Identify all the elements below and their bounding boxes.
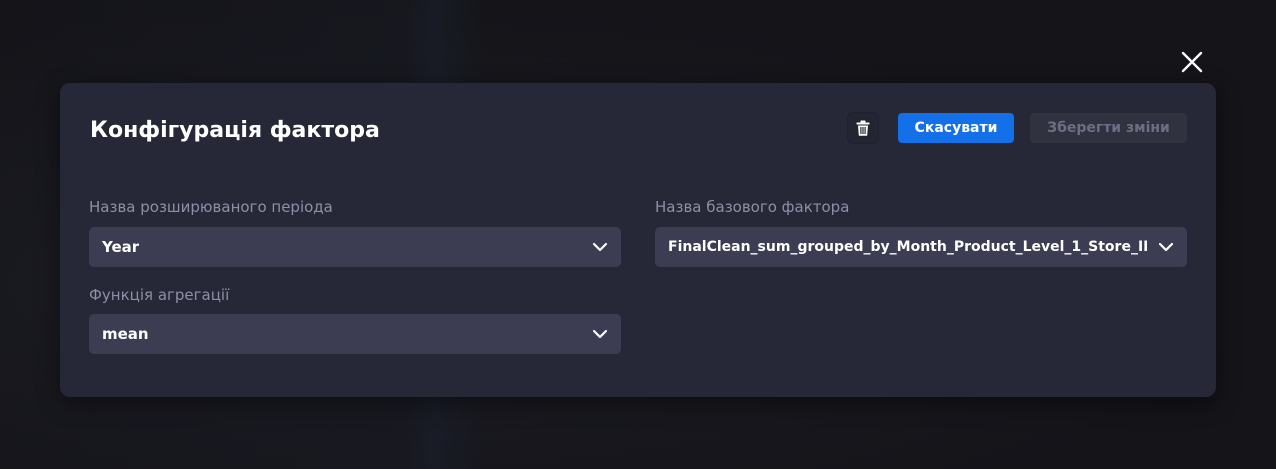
dialog-title: Конфігурація фактора	[90, 118, 380, 143]
chevron-down-icon	[1158, 242, 1174, 252]
aggregation-function-select[interactable]: mean	[89, 314, 621, 354]
chevron-down-icon	[592, 329, 608, 339]
trash-icon	[856, 120, 870, 136]
delete-button[interactable]	[847, 112, 879, 144]
cancel-button[interactable]: Скасувати	[898, 113, 1014, 143]
close-icon	[1181, 51, 1203, 73]
aggregation-function-value: mean	[102, 325, 149, 343]
extended-period-select[interactable]: Year	[89, 227, 621, 267]
extended-period-value: Year	[102, 238, 140, 256]
base-factor-value: FinalClean_sum_grouped_by_Month_Product_…	[668, 239, 1147, 255]
factor-config-dialog: Конфігурація фактора Скасувати Зберегти …	[60, 83, 1216, 397]
aggregation-function-label: Функція агрегації	[89, 286, 230, 304]
base-factor-select[interactable]: FinalClean_sum_grouped_by_Month_Product_…	[655, 227, 1187, 267]
save-changes-button: Зберегти зміни	[1030, 113, 1187, 143]
extended-period-label: Назва розширюваного періода	[89, 198, 333, 216]
base-factor-label: Назва базового фактора	[655, 198, 850, 216]
chevron-down-icon	[592, 242, 608, 252]
close-button[interactable]	[1178, 48, 1206, 76]
